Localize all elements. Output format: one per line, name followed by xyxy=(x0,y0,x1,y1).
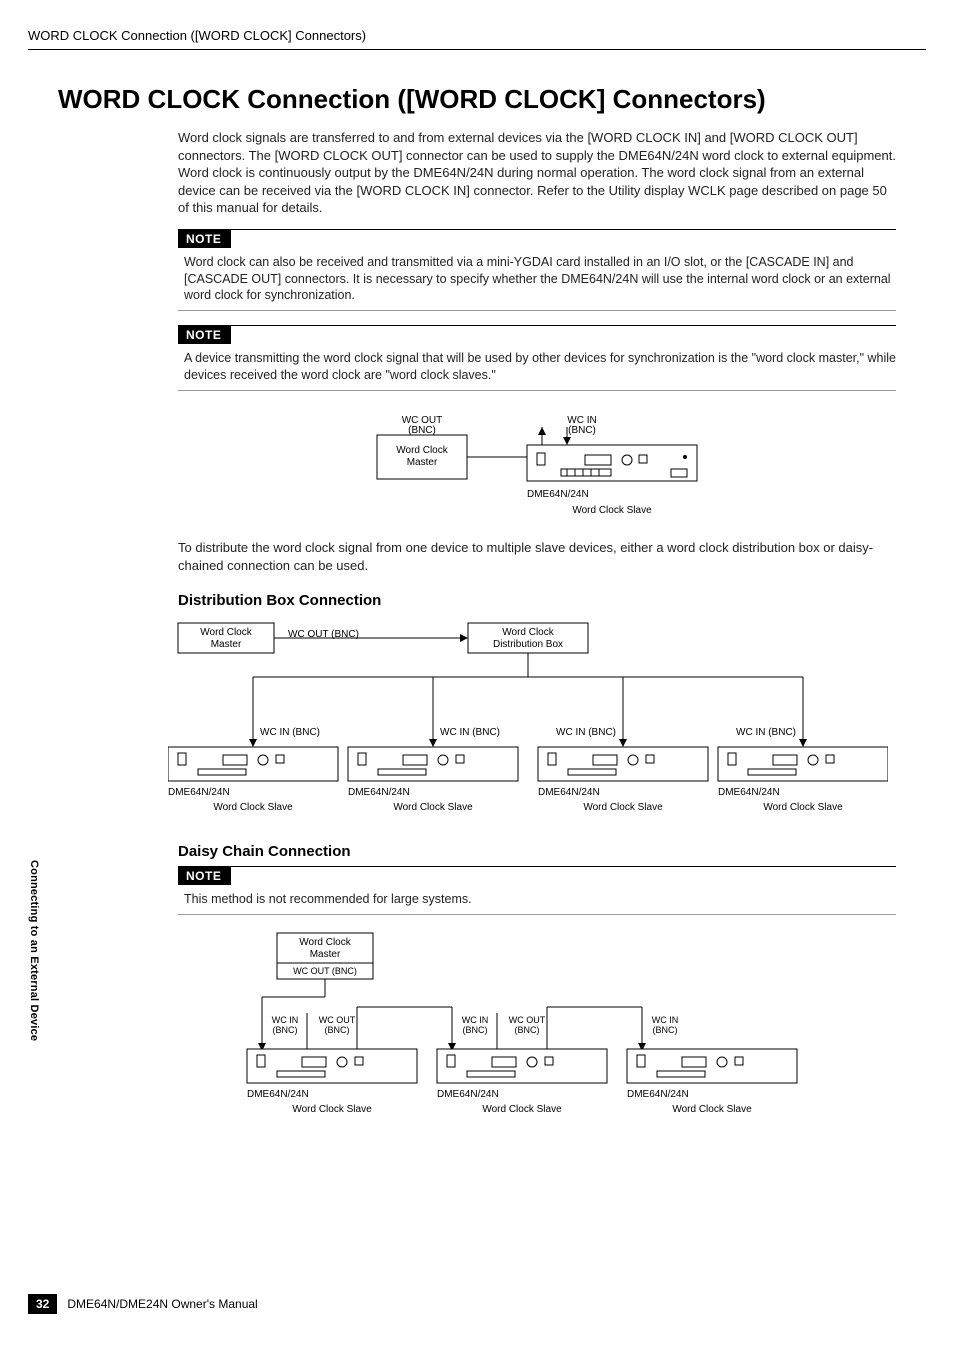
sidebar-chapter-label: Connecting to an External Device xyxy=(28,860,40,1041)
dme-label: DME64N/24N xyxy=(348,787,410,798)
wcin-bnc-label: WC IN (BNC) xyxy=(440,727,500,738)
note-label: NOTE xyxy=(178,230,231,248)
bnc-label: (BNC) xyxy=(273,1025,298,1035)
dme-label: DME64N/24N xyxy=(627,1089,689,1100)
note-rule xyxy=(178,390,896,391)
note-text: This method is not recommended for large… xyxy=(178,885,896,914)
slave-label: Word Clock Slave xyxy=(672,1104,752,1115)
master-label: Word Clock xyxy=(200,627,252,638)
note-label: NOTE xyxy=(178,867,231,885)
heading-distbox: Distribution Box Connection xyxy=(178,592,896,609)
slave-label: Word Clock Slave xyxy=(292,1104,372,1115)
note-rule xyxy=(178,229,896,230)
content-area: WORD CLOCK Connection ([WORD CLOCK] Conn… xyxy=(0,50,954,1139)
distbox-label2: Distribution Box xyxy=(493,639,563,650)
dme-label: DME64N/24N xyxy=(527,489,589,500)
bnc-label: (BNC) xyxy=(568,425,596,436)
slave-label: Word Clock Slave xyxy=(583,802,663,813)
wcin-label: WC IN xyxy=(652,1015,679,1025)
note-label: NOTE xyxy=(178,326,231,344)
slave-label: Word Clock Slave xyxy=(763,802,843,813)
distbox-label: Word Clock xyxy=(502,627,554,638)
note-rule xyxy=(178,310,896,311)
master-label: Word Clock xyxy=(299,937,351,948)
note-rule xyxy=(178,866,896,867)
wcin-label: WC IN xyxy=(462,1015,489,1025)
dme-label: DME64N/24N xyxy=(247,1089,309,1100)
note-text: A device transmitting the word clock sig… xyxy=(178,344,896,390)
heading-daisy: Daisy Chain Connection xyxy=(178,843,896,860)
slave-label: Word Clock Slave xyxy=(572,505,652,516)
wcin-bnc-label: WC IN (BNC) xyxy=(736,727,796,738)
bnc-label: (BNC) xyxy=(515,1025,540,1035)
master-label2: Master xyxy=(310,949,341,960)
dme-label: DME64N/24N xyxy=(437,1089,499,1100)
wcout-label: WC OUT xyxy=(509,1015,546,1025)
page-number: 32 xyxy=(28,1294,57,1314)
distribute-paragraph: To distribute the word clock signal from… xyxy=(178,539,896,574)
manual-name: DME64N/DME24N Owner's Manual xyxy=(67,1297,257,1311)
dme-label: DME64N/24N xyxy=(168,787,230,798)
note-rule xyxy=(178,325,896,326)
bnc-label: (BNC) xyxy=(463,1025,488,1035)
slave-label: Word Clock Slave xyxy=(213,802,293,813)
running-header: WORD CLOCK Connection ([WORD CLOCK] Conn… xyxy=(0,0,954,49)
note-block-1: NOTE Word clock can also be received and… xyxy=(178,229,896,312)
wcin-bnc-label: WC IN (BNC) xyxy=(556,727,616,738)
note-rule xyxy=(178,914,896,915)
wcin-bnc-label: WC IN (BNC) xyxy=(260,727,320,738)
wcout-bnc-label: WC OUT (BNC) xyxy=(293,966,357,976)
diagram-distbox: Word Clock Master WC OUT (BNC) Word Cloc… xyxy=(168,615,888,825)
wcout-label: WC OUT xyxy=(319,1015,356,1025)
bnc-label: (BNC) xyxy=(325,1025,350,1035)
master-label2: Master xyxy=(407,457,438,468)
note-block-2: NOTE A device transmitting the word cloc… xyxy=(178,325,896,391)
dme-label: DME64N/24N xyxy=(538,787,600,798)
bnc-label: (BNC) xyxy=(408,425,436,436)
master-label2: Master xyxy=(211,639,242,650)
dme-label: DME64N/24N xyxy=(718,787,780,798)
note-block-3: NOTE This method is not recommended for … xyxy=(178,866,896,915)
slave-label: Word Clock Slave xyxy=(393,802,473,813)
diagram-single: WC OUT (BNC) Word Clock Master WC IN (BN… xyxy=(327,405,747,525)
diagram-daisy: Word Clock Master WC OUT (BNC) WC IN (BN… xyxy=(237,929,837,1139)
note-text: Word clock can also be received and tran… xyxy=(178,248,896,311)
master-label: Word Clock xyxy=(396,445,448,456)
page-title: WORD CLOCK Connection ([WORD CLOCK] Conn… xyxy=(58,84,896,115)
wcin-label: WC IN xyxy=(272,1015,299,1025)
intro-paragraph: Word clock signals are transferred to an… xyxy=(178,129,896,217)
bnc-label: (BNC) xyxy=(653,1025,678,1035)
slave-label: Word Clock Slave xyxy=(482,1104,562,1115)
footer: 32 DME64N/DME24N Owner's Manual xyxy=(28,1294,258,1314)
